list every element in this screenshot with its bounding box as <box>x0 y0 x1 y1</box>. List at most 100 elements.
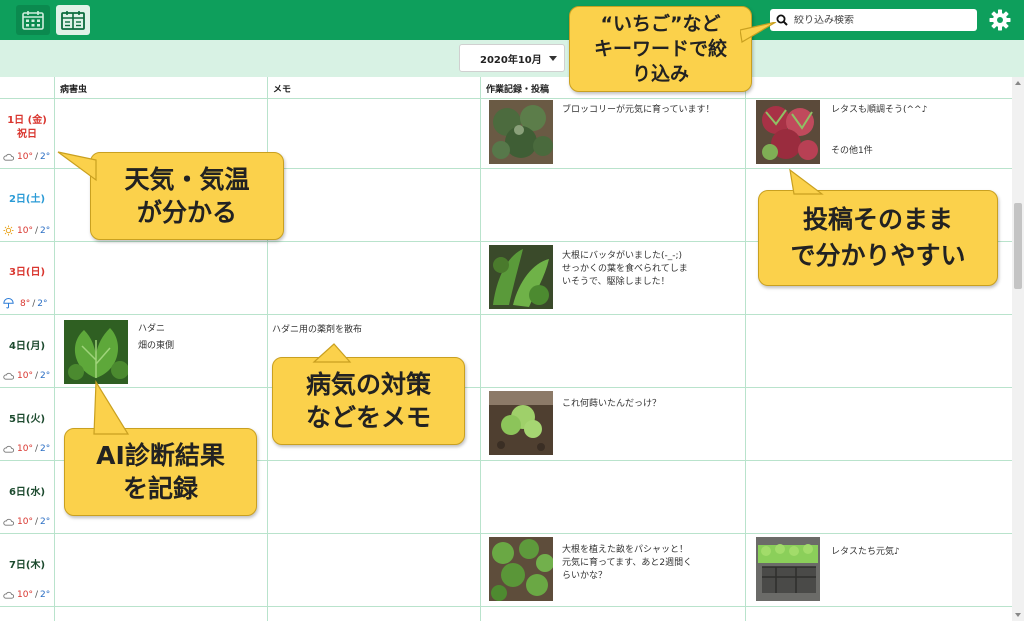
sun-icon <box>3 225 14 236</box>
temp-high: 10° <box>17 444 33 454</box>
row-divider <box>0 387 1012 388</box>
day-label: 7日(木) <box>0 559 54 573</box>
callout-weather: 天気・気温 が分かる <box>90 152 284 240</box>
pest-photo[interactable] <box>64 320 128 384</box>
post-more-link[interactable]: その他1件 <box>831 145 873 158</box>
post-text: 大根を植えた畝をパシャッと！ 元気に育ってます、あと2週間く らいかな？ <box>562 545 693 581</box>
temp-high: 10° <box>17 371 33 381</box>
umbrella-icon <box>3 298 14 309</box>
post-photo[interactable] <box>489 245 553 309</box>
callout-tail <box>93 380 130 435</box>
top-bar <box>0 0 1024 40</box>
day-label: 3日(日) <box>0 266 54 280</box>
gear-icon <box>989 9 1011 31</box>
post-photo[interactable] <box>489 100 553 164</box>
temp-high: 10° <box>17 152 33 162</box>
radish-leaf-photo-icon <box>489 245 553 309</box>
lettuce-photo-icon <box>756 100 820 164</box>
temp-separator: / <box>34 444 38 454</box>
day-label: 6日(水) <box>0 486 54 500</box>
pest-name: ハダニ <box>138 324 166 334</box>
temp-separator: / <box>34 590 38 600</box>
day-date: 1日 (金) <box>7 115 47 126</box>
scroll-up-icon[interactable] <box>1015 81 1021 85</box>
scroll-down-icon[interactable] <box>1015 613 1021 617</box>
search-box[interactable] <box>770 9 977 31</box>
temp-separator: / <box>34 371 38 381</box>
temp-low: 2° <box>40 225 51 236</box>
calendar-icon <box>22 11 44 30</box>
callout-memo: 病気の対策 などをメモ <box>272 357 465 445</box>
temp-low: 2° <box>40 371 51 381</box>
temp-separator: / <box>34 152 38 162</box>
day-label: 5日(火) <box>0 413 54 427</box>
settings-button[interactable] <box>988 8 1012 32</box>
table-view-button[interactable] <box>56 5 90 35</box>
post-photo[interactable] <box>756 100 820 164</box>
day-date: 3日(日) <box>8 267 46 278</box>
cloud-icon <box>3 153 14 161</box>
seedling-photo-icon <box>489 391 553 455</box>
strawberry-leaf-photo-icon <box>64 320 128 384</box>
day-label: 1日 (金) 祝日 <box>0 114 54 142</box>
radish-bed-photo-icon <box>489 537 553 601</box>
month-select[interactable]: 2020年10月 <box>459 44 565 72</box>
cloud-icon <box>3 591 14 599</box>
pest-location: 畑の東側 <box>138 341 175 351</box>
callout-ai-diagnosis: AI診断結果 を記録 <box>64 428 257 516</box>
temp-low: 2° <box>40 444 51 454</box>
day-label: 2日(土) <box>0 193 54 207</box>
weather-info: 10°/2° <box>3 590 50 600</box>
cloud-icon <box>3 445 14 453</box>
post-text: レタスたち元気♪ <box>831 547 900 557</box>
day-date: 2日(土) <box>8 194 46 205</box>
day-date: 7日(木) <box>8 560 46 571</box>
weather-info: 10°/2° <box>3 152 50 162</box>
vertical-scrollbar[interactable] <box>1012 77 1024 621</box>
calendar-view-button[interactable] <box>16 5 50 35</box>
temp-high: 10° <box>17 590 33 600</box>
scrollbar-thumb[interactable] <box>1014 203 1022 289</box>
column-divider <box>480 77 481 621</box>
search-input[interactable] <box>794 14 964 26</box>
row-divider <box>0 314 1012 315</box>
cloud-icon <box>3 518 14 526</box>
day-label: 4日(月) <box>0 340 54 354</box>
chevron-down-icon <box>549 56 557 61</box>
weather-info: 10°/2° <box>3 371 50 381</box>
temp-separator: / <box>34 517 38 527</box>
callout-tail <box>57 151 97 182</box>
temp-low: 2° <box>40 152 51 162</box>
memo-text[interactable]: ハダニ用の薬剤を散布 <box>272 324 362 337</box>
post-photo[interactable] <box>756 537 820 601</box>
callout-posts: 投稿そのまま で分かりやすい <box>758 190 998 286</box>
callout-search: “いちご”など キーワードで絞 り込み <box>569 6 752 92</box>
holiday-label: 祝日 <box>17 129 37 140</box>
weather-info: 10°/2° <box>3 444 50 454</box>
lettuce-tray-photo-icon <box>756 537 820 601</box>
column-header-pests: 病害虫 <box>60 85 88 95</box>
row-divider <box>0 606 1012 607</box>
post-text: 大根にバッタがいました(-_-;) せっかくの葉を食べられてしま いそうで、駆除… <box>562 251 688 287</box>
broccoli-photo-icon <box>489 100 553 164</box>
callout-tail <box>789 168 824 195</box>
post-photo[interactable] <box>489 537 553 601</box>
temp-low: 2° <box>40 517 51 527</box>
table-view-icon <box>61 11 85 30</box>
temp-high: 10° <box>17 517 33 527</box>
column-divider <box>54 77 55 621</box>
month-bar: 2020年10月 <box>0 40 1024 77</box>
temp-high: 10° <box>17 225 33 236</box>
temp-high: 8° <box>20 298 31 309</box>
post-text: これ何蒔いたんだっけ？ <box>562 399 662 409</box>
temp-low: 2° <box>40 590 51 600</box>
day-date: 6日(水) <box>8 487 46 498</box>
day-date: 4日(月) <box>8 341 46 352</box>
row-divider <box>0 98 1012 99</box>
month-select-value: 2020年10月 <box>480 54 542 66</box>
row-divider <box>0 533 1012 534</box>
column-header-memo: メモ <box>273 85 292 95</box>
column-divider <box>745 77 746 621</box>
cloud-icon <box>3 372 14 380</box>
post-photo[interactable] <box>489 391 553 455</box>
